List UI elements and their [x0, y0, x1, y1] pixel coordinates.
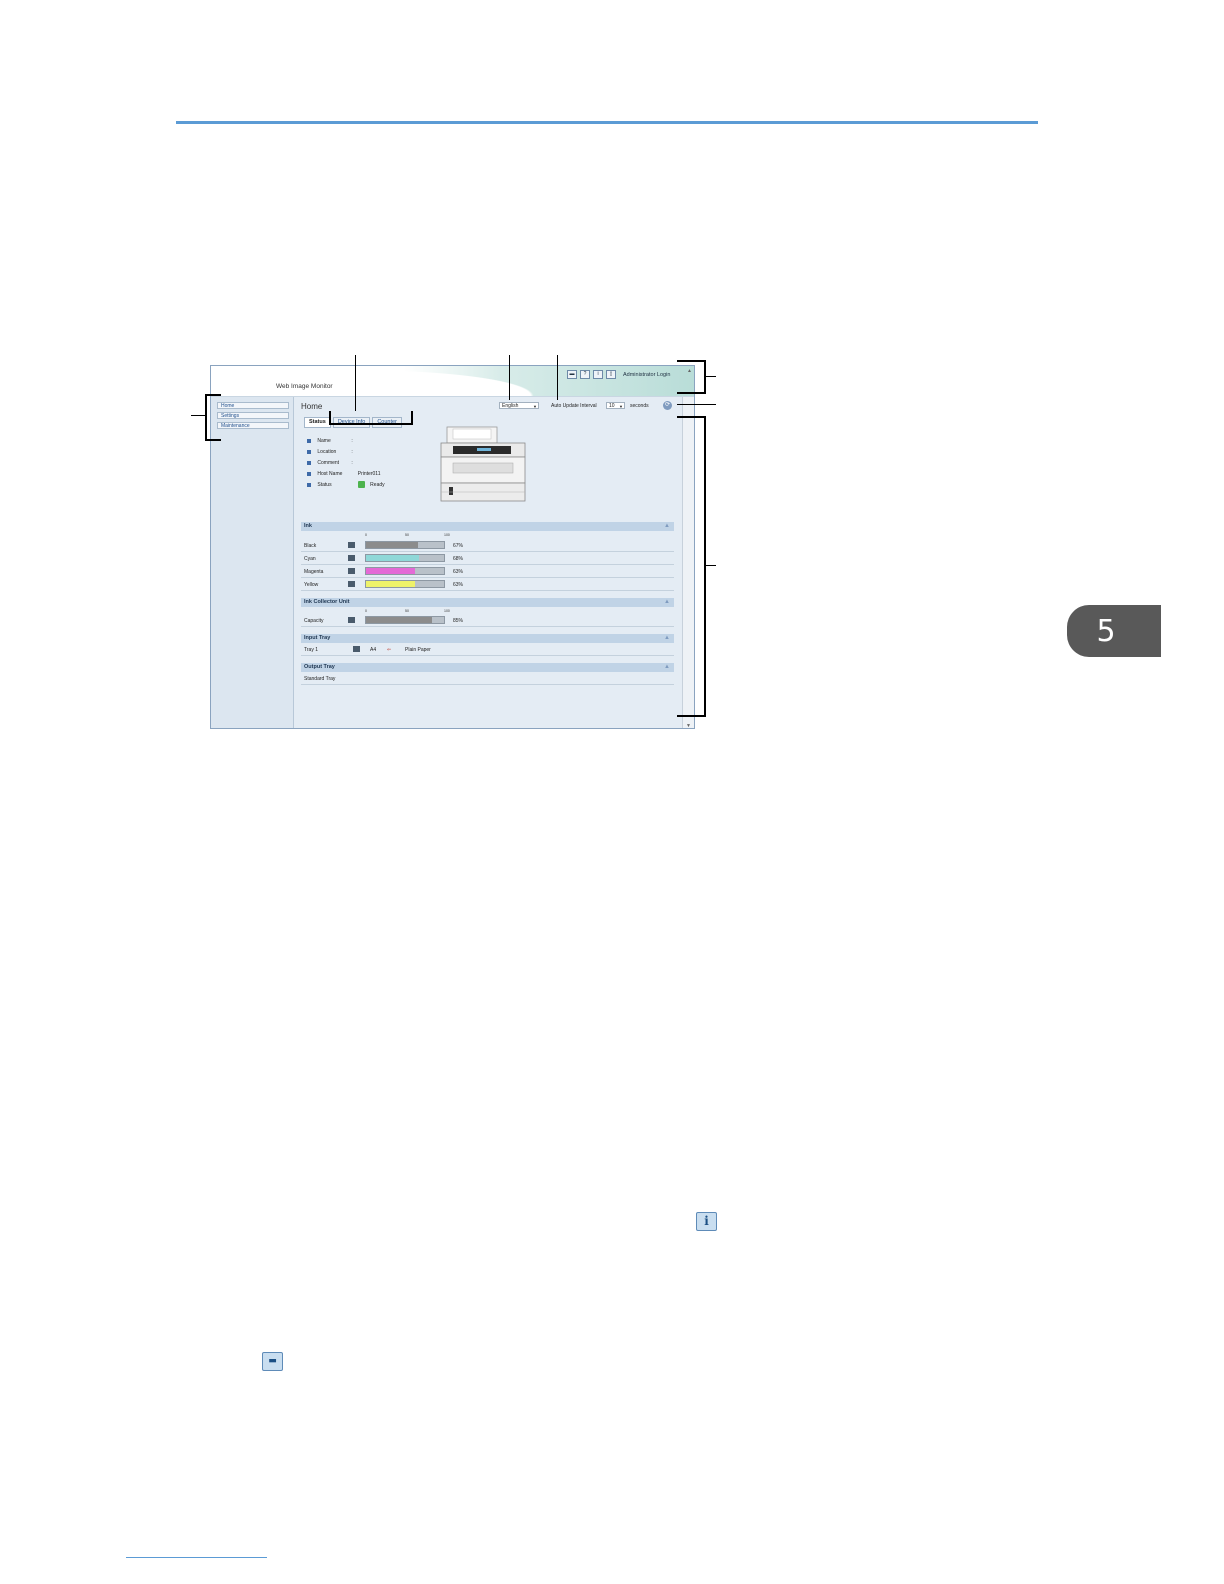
- callout-bracket: [677, 360, 706, 394]
- collapse-icon[interactable]: ▲: [664, 634, 670, 643]
- status-ready-icon: [357, 481, 365, 489]
- callout-bracket: [329, 411, 413, 425]
- tray-icon: [353, 646, 360, 652]
- language-value: English: [502, 403, 519, 409]
- sidebar-item-home[interactable]: Home: [217, 402, 289, 409]
- info-row-location: Location:: [307, 448, 356, 456]
- ink-row-cyan: Cyan 68%: [301, 552, 674, 565]
- printer-icon[interactable]: ▬: [567, 370, 577, 379]
- chapter-tab: 5: [1067, 605, 1161, 657]
- collector-icon: [348, 617, 355, 623]
- help-icon[interactable]: ?: [580, 370, 590, 379]
- section-input-tray[interactable]: Input Tray ▲: [301, 634, 674, 643]
- scroll-down-arrow-icon[interactable]: ▼: [686, 723, 691, 728]
- callout-bracket: [677, 416, 706, 717]
- bullet-icon: [307, 460, 311, 465]
- info-icon[interactable]: i: [593, 370, 603, 379]
- ink-cartridge-icon: [348, 581, 355, 587]
- bullet-icon: [307, 482, 311, 487]
- admin-login-link[interactable]: Administrator Login: [623, 372, 670, 378]
- header-band: Web Image Monitor ▬ ? i ▯ Administrator …: [211, 366, 694, 397]
- page-title: Home: [301, 402, 323, 411]
- printer-image: [440, 426, 526, 502]
- info-row-comment: Comment:: [307, 459, 356, 467]
- interval-value: 10: [609, 403, 615, 409]
- chevron-down-icon: ▼: [619, 404, 623, 409]
- bottom-rule: [126, 1557, 267, 1558]
- callout-line: [191, 415, 205, 416]
- info-row-host-name: Host Name Printer011: [307, 470, 380, 478]
- callout-line: [705, 565, 716, 566]
- interval-label: Auto Update Interval: [551, 403, 597, 409]
- callout-line: [677, 404, 716, 405]
- callout-line: [355, 355, 356, 411]
- info-row-status: Status Ready: [307, 481, 385, 489]
- section-output-tray[interactable]: Output Tray ▲: [301, 663, 674, 672]
- chevron-down-icon: ▼: [533, 404, 537, 409]
- ink-cartridge-icon: [348, 542, 355, 548]
- info-row-name: Name:: [307, 437, 356, 445]
- web-image-monitor-window: Web Image Monitor ▬ ? i ▯ Administrator …: [210, 365, 695, 729]
- interval-select[interactable]: 10 ▼: [606, 402, 625, 409]
- header-swoosh: [361, 366, 561, 396]
- seconds-label: seconds: [630, 403, 649, 409]
- paper-orientation-icon: ⇐: [387, 647, 392, 653]
- callout-line: [705, 376, 716, 377]
- callout-line: [557, 355, 558, 400]
- refresh-icon[interactable]: ⟳: [663, 401, 672, 410]
- app-title: Web Image Monitor: [276, 383, 333, 390]
- trash-icon[interactable]: ▯: [606, 370, 616, 379]
- ink-cartridge-icon: [348, 568, 355, 574]
- ink-row-yellow: Yellow 63%: [301, 578, 674, 591]
- collapse-icon[interactable]: ▲: [664, 522, 670, 531]
- status-value: Ready: [370, 482, 385, 488]
- input-tray-row: Tray 1 A4 ⇐ Plain Paper: [301, 643, 674, 656]
- collector-level-bar: [365, 616, 445, 624]
- collapse-icon[interactable]: ▲: [664, 663, 670, 672]
- bullet-icon: [307, 471, 311, 476]
- collector-row-capacity: Capacity 85%: [301, 614, 674, 627]
- ink-level-bar: [365, 567, 445, 575]
- ink-row-black: Black 67%: [301, 539, 674, 552]
- sidebar-item-maintenance[interactable]: Maintenance: [217, 422, 289, 429]
- ink-row-magenta: Magenta 63%: [301, 565, 674, 578]
- output-tray-row: Standard Tray: [301, 672, 674, 685]
- ink-level-bar: [365, 554, 445, 562]
- section-ink[interactable]: Ink ▲: [301, 522, 674, 531]
- info-icon: i: [696, 1212, 717, 1231]
- printer-icon: ▬: [262, 1352, 283, 1371]
- bullet-icon: [307, 438, 311, 443]
- callout-line: [509, 355, 510, 400]
- main-area: Home English ▼ Auto Update Interval 10 ▼…: [294, 397, 684, 728]
- callout-bracket: [205, 394, 221, 441]
- section-ink-collector[interactable]: Ink Collector Unit ▲: [301, 598, 674, 607]
- language-select[interactable]: English ▼: [499, 402, 539, 409]
- sidebar-item-settings[interactable]: Settings: [217, 412, 289, 419]
- sidebar: Home Settings Maintenance: [211, 397, 294, 728]
- tab-status[interactable]: Status: [304, 417, 331, 428]
- header-toolbar: ▬ ? i ▯ Administrator Login: [567, 370, 670, 379]
- chapter-number: 5: [1096, 613, 1116, 649]
- ink-level-bar: [365, 580, 445, 588]
- bullet-icon: [307, 449, 311, 454]
- collapse-icon[interactable]: ▲: [664, 598, 670, 607]
- ink-cartridge-icon: [348, 555, 355, 561]
- top-rule: [176, 121, 1038, 124]
- ink-level-bar: [365, 541, 445, 549]
